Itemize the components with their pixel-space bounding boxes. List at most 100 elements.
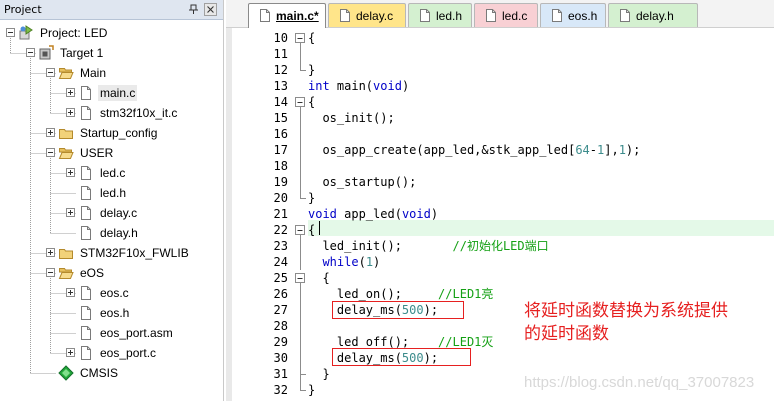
project-panel: Project Project: LED Target 1 Main main.c st… [0, 0, 224, 401]
tree-item-label: eos.h [100, 306, 130, 320]
expand-icon[interactable] [66, 108, 75, 117]
fold-collapse-icon[interactable] [295, 97, 305, 107]
pin-icon[interactable] [188, 4, 199, 15]
tree-item[interactable]: CMSIS [0, 363, 223, 383]
tree-item[interactable]: delay.h [0, 223, 223, 243]
tree-item-label: delay.c [100, 206, 138, 220]
expand-icon[interactable] [66, 208, 75, 217]
highlight-box-delay-1 [332, 301, 464, 319]
tab-label: eos.h [568, 9, 598, 23]
code-line: led_init(); //初始化LED端口 [308, 239, 549, 253]
line-number: 25 [273, 271, 288, 285]
file-icon [81, 106, 91, 120]
tree-item[interactable]: led.c [0, 163, 223, 183]
code-line: { [308, 95, 316, 109]
tab-label: led.h [436, 9, 463, 23]
file-icon [81, 186, 91, 200]
close-icon[interactable] [204, 3, 217, 16]
line-number: 10 [273, 31, 288, 45]
collapse-icon[interactable] [6, 28, 15, 37]
tree-item[interactable]: STM32F10x_FWLIB [0, 243, 223, 263]
tab-led-c[interactable]: led.c [474, 3, 538, 27]
line-number: 12 [273, 63, 288, 77]
file-icon [552, 9, 562, 22]
tab-label: delay.h [636, 9, 674, 23]
line-number: 20 [273, 191, 288, 205]
expand-icon[interactable] [66, 348, 75, 357]
fold-collapse-icon[interactable] [295, 225, 305, 235]
fold-collapse-icon[interactable] [295, 33, 305, 43]
tree-item-label: delay.h [100, 226, 138, 240]
tree-item[interactable]: main.c [0, 83, 223, 103]
tree-item[interactable]: Startup_config [0, 123, 223, 143]
editor-tab-bar: main.c* delay.c led.h led.c eos.h delay.h [226, 0, 774, 28]
tree-item-label: CMSIS [80, 366, 119, 380]
annotation-line-1: 将延时函数替换为系统提供 [524, 301, 728, 321]
expand-icon[interactable] [66, 88, 75, 97]
expand-icon[interactable] [46, 128, 55, 137]
code-line: { [308, 271, 330, 285]
tree-item[interactable]: eos_port.asm [0, 323, 223, 343]
project-panel-title: Project [4, 3, 42, 16]
collapse-icon[interactable] [26, 48, 35, 57]
tree-item[interactable]: USER [0, 143, 223, 163]
line-number: 26 [273, 287, 288, 301]
code-line: int main(void) [308, 79, 410, 93]
folder-icon [59, 129, 73, 139]
file-icon [81, 206, 91, 220]
tree-item[interactable]: stm32f10x_it.c [0, 103, 223, 123]
expand-icon[interactable] [46, 248, 55, 257]
collapse-icon[interactable] [46, 268, 55, 277]
line-number: 23 [273, 239, 288, 253]
annotation-note: 将延时函数替换为系统提供 的延时函数 [524, 300, 728, 346]
expand-icon[interactable] [66, 168, 75, 177]
tab-delay-h[interactable]: delay.h [608, 3, 698, 27]
expand-icon[interactable] [66, 288, 75, 297]
file-icon [81, 306, 91, 320]
collapse-icon[interactable] [46, 68, 55, 77]
line-number: 30 [273, 351, 288, 365]
tree-item[interactable]: delay.c [0, 203, 223, 223]
tree-item[interactable]: eOS [0, 263, 223, 283]
file-icon [620, 9, 630, 22]
tree-item-label: USER [80, 146, 114, 160]
tree-item-label: stm32f10x_it.c [100, 106, 178, 120]
tree-item[interactable]: eos_port.c [0, 343, 223, 363]
fold-end [300, 190, 306, 199]
fold-collapse-icon[interactable] [295, 273, 305, 283]
line-number: 16 [273, 127, 288, 141]
collapse-icon[interactable] [46, 148, 55, 157]
line-number: 18 [273, 159, 288, 173]
code-line: { [308, 223, 316, 237]
tree-item-label: Startup_config [80, 126, 158, 140]
tab-eos-h[interactable]: eos.h [540, 3, 606, 27]
tree-item[interactable]: eos.h [0, 303, 223, 323]
line-number-gutter: 10 11 12 13 14 15 16 17 18 19 20 21 22 23 24 25 26 27 28 29… [232, 28, 292, 401]
code-line: } [308, 383, 316, 397]
line-number: 27 [273, 303, 288, 317]
tree-item-label: eos.c [100, 286, 129, 300]
project-tree: Project: LED Target 1 Main main.c stm32f10x_… [0, 21, 223, 401]
tree-item[interactable]: Main [0, 63, 223, 83]
line-number: 24 [273, 255, 288, 269]
file-icon [81, 286, 91, 300]
tab-delay-c[interactable]: delay.c [328, 3, 406, 27]
line-number: 14 [273, 95, 288, 109]
tab-led-h[interactable]: led.h [408, 3, 472, 27]
tab-main-c[interactable]: main.c* [248, 3, 326, 28]
line-number: 21 [273, 207, 288, 221]
folder-open-icon [58, 68, 74, 79]
project-title-bar: Project [0, 0, 223, 20]
tree-item-label: STM32F10x_FWLIB [80, 246, 189, 260]
tab-label: main.c* [276, 9, 319, 23]
tree-item[interactable]: Project: LED [0, 23, 223, 43]
code-line: { [308, 31, 316, 45]
tree-item-label: main.c [98, 85, 138, 101]
tree-item[interactable]: led.h [0, 183, 223, 203]
code-line: while(1) [322, 255, 381, 269]
tree-item[interactable]: eos.c [0, 283, 223, 303]
line-number: 15 [273, 111, 288, 125]
tree-item[interactable]: Target 1 [0, 43, 223, 63]
annotation-line-2: 的延时函数 [524, 324, 609, 344]
code-line: } [308, 367, 330, 381]
